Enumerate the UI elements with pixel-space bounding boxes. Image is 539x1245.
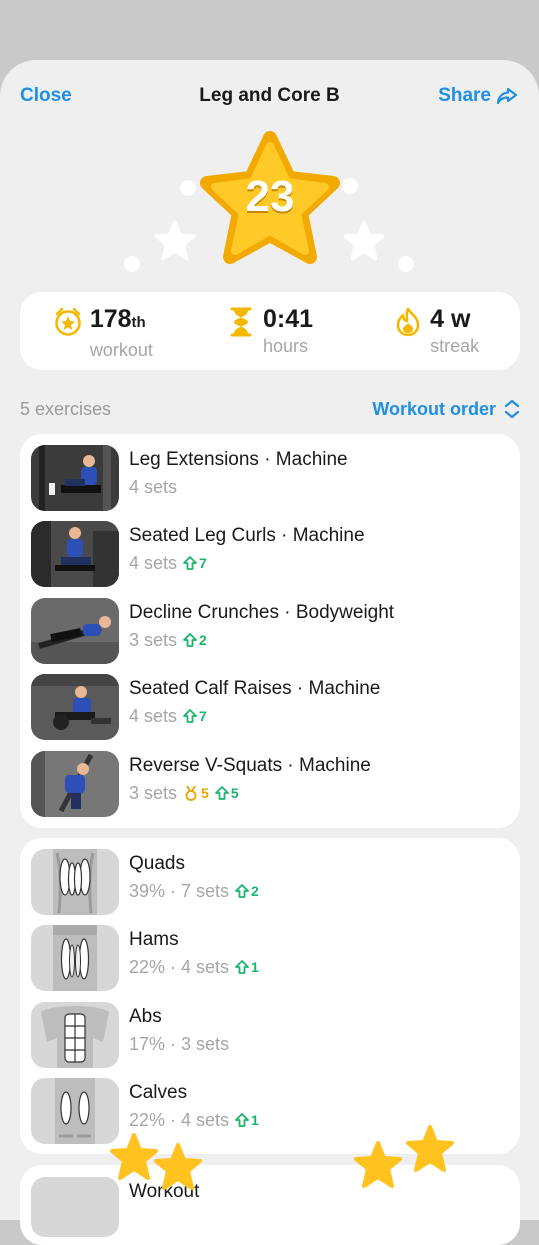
share-button[interactable]: Share [438, 82, 519, 110]
top-bar: Close Leg and Core B Share [0, 82, 539, 112]
muscle-detail: 22% · 4 sets [129, 957, 230, 977]
increase-value: 7 [199, 555, 207, 571]
stat-workout-value: 178 [89, 305, 132, 333]
exercise-name: Reverse V-Squats · Machine [129, 755, 371, 776]
exercise-row[interactable]: Reverse V-Squats · Machine 3 sets 5 5 [20, 751, 520, 827]
confetti-star-icon [354, 1141, 402, 1188]
increase-value: 2 [251, 883, 259, 899]
muscles-card: Quads 39% · 7 sets 2 Hams 22% · 4 sets 1… [20, 838, 520, 1154]
abs-figure-icon [31, 1002, 119, 1068]
increase-value: 7 [199, 708, 207, 724]
muscle-detail: 22% · 4 sets [129, 1110, 230, 1130]
muscle-name: Quads [129, 853, 185, 874]
arrow-up-icon [183, 556, 197, 570]
muscle-row[interactable]: Quads 39% · 7 sets 2 [20, 849, 520, 925]
exercise-row[interactable]: Leg Extensions · Machine 4 sets [20, 445, 520, 521]
confetti-star-icon [406, 1125, 454, 1172]
stat-workout: 178th workout [20, 292, 187, 370]
exercise-thumbnail [31, 598, 119, 664]
muscle-detail: 17% · 3 sets [129, 1034, 230, 1054]
exercises-header: 5 exercises Workout order [20, 396, 520, 422]
hourglass-icon [230, 307, 252, 337]
exercise-row[interactable]: Seated Leg Curls · Machine 4 sets 7 [20, 521, 520, 597]
medal-value: 5 [201, 785, 209, 801]
exercise-sets: 4 sets [129, 477, 178, 497]
sparkle-dot [398, 256, 414, 272]
stat-workout-suffix: th [131, 314, 146, 331]
increase-value: 2 [199, 632, 207, 648]
muscle-detail: 39% · 7 sets [129, 881, 230, 901]
stat-workout-label: workout [89, 340, 153, 360]
hams-figure-icon [31, 925, 119, 991]
arrow-up-icon [214, 786, 229, 800]
arrow-up-icon [235, 1113, 249, 1127]
increase-value: 1 [251, 1112, 259, 1128]
stat-hours-value: 0:41 [262, 305, 314, 333]
exercise-thumbnail [31, 751, 119, 817]
share-arrow-icon [496, 87, 518, 105]
share-label: Share [438, 85, 491, 106]
muscle-name: Abs [129, 1006, 162, 1027]
stat-streak: 4 w streak [353, 292, 520, 370]
workout-summary-sheet: Close Leg and Core B Share 23 178th work… [0, 60, 539, 1245]
increase-badge: 1 [235, 955, 259, 979]
muscle-row[interactable]: Hams 22% · 4 sets 1 [20, 925, 520, 1001]
confetti-star-icon [154, 1143, 202, 1190]
increase-value: 5 [230, 785, 239, 801]
sort-arrows-icon [504, 399, 520, 419]
arrow-up-icon [235, 960, 249, 974]
exercise-thumbnail [31, 674, 119, 740]
exercise-name: Seated Leg Curls · Machine [129, 525, 365, 546]
increase-badge: 1 [235, 1108, 259, 1132]
star-count: 23 [245, 172, 295, 221]
increase-value: 1 [251, 959, 259, 975]
exercise-name: Leg Extensions · Machine [129, 449, 348, 470]
medal-badge: 5 [183, 781, 209, 805]
exercise-row[interactable]: Seated Calf Raises · Machine 4 sets 7 [20, 674, 520, 750]
increase-badge: 2 [183, 628, 207, 652]
exercise-sets: 3 sets [129, 630, 178, 650]
exercise-thumbnail [31, 445, 119, 511]
sparkle-dot [180, 180, 196, 196]
quads-figure-icon [31, 849, 119, 915]
stats-card: 178th workout 0:41 hours 4 w streak [20, 292, 520, 370]
sparkle-dot [124, 256, 140, 272]
stat-streak-value: 4 w [430, 305, 471, 333]
increase-badge: 2 [235, 879, 259, 903]
stars-hero: 23 [0, 130, 539, 280]
medal-star-icon [55, 307, 81, 336]
muscle-row[interactable]: Abs 17% · 3 sets [20, 1002, 520, 1078]
stat-streak-label: streak [430, 336, 480, 356]
arrow-up-icon [183, 633, 197, 647]
workout-card[interactable]: Workout [20, 1165, 520, 1245]
workout-order-button[interactable]: Workout order [372, 396, 520, 422]
muscle-name: Calves [129, 1082, 188, 1103]
exercise-row[interactable]: Decline Crunches · Bodyweight 3 sets 2 [20, 598, 520, 674]
exercise-sets: 3 sets [129, 783, 178, 803]
sparkle-dot [342, 178, 358, 194]
flame-icon [396, 307, 420, 337]
arrow-up-icon [183, 709, 197, 723]
exercise-name: Seated Calf Raises · Machine [129, 678, 381, 699]
exercises-card: Leg Extensions · Machine 4 sets Seated L… [20, 434, 520, 828]
increase-badge: 7 [183, 551, 207, 575]
white-star-icon [154, 220, 196, 261]
white-star-icon [343, 220, 385, 261]
workout-figure-icon [31, 1177, 119, 1237]
muscle-name: Hams [129, 929, 179, 950]
exercise-name: Decline Crunches · Bodyweight [129, 602, 395, 623]
stat-hours-label: hours [262, 336, 309, 356]
exercise-sets: 4 sets [129, 553, 178, 573]
calves-figure-icon [31, 1078, 119, 1144]
increase-badge: 7 [183, 704, 207, 728]
stat-hours: 0:41 hours [187, 292, 354, 370]
increase-badge: 5 [214, 781, 239, 805]
exercise-count: 5 exercises [20, 399, 112, 419]
medal-icon [185, 785, 197, 801]
exercise-thumbnail [31, 521, 119, 587]
exercise-sets: 4 sets [129, 706, 178, 726]
workout-order-label: Workout order [372, 399, 496, 419]
arrow-up-icon [235, 884, 249, 898]
